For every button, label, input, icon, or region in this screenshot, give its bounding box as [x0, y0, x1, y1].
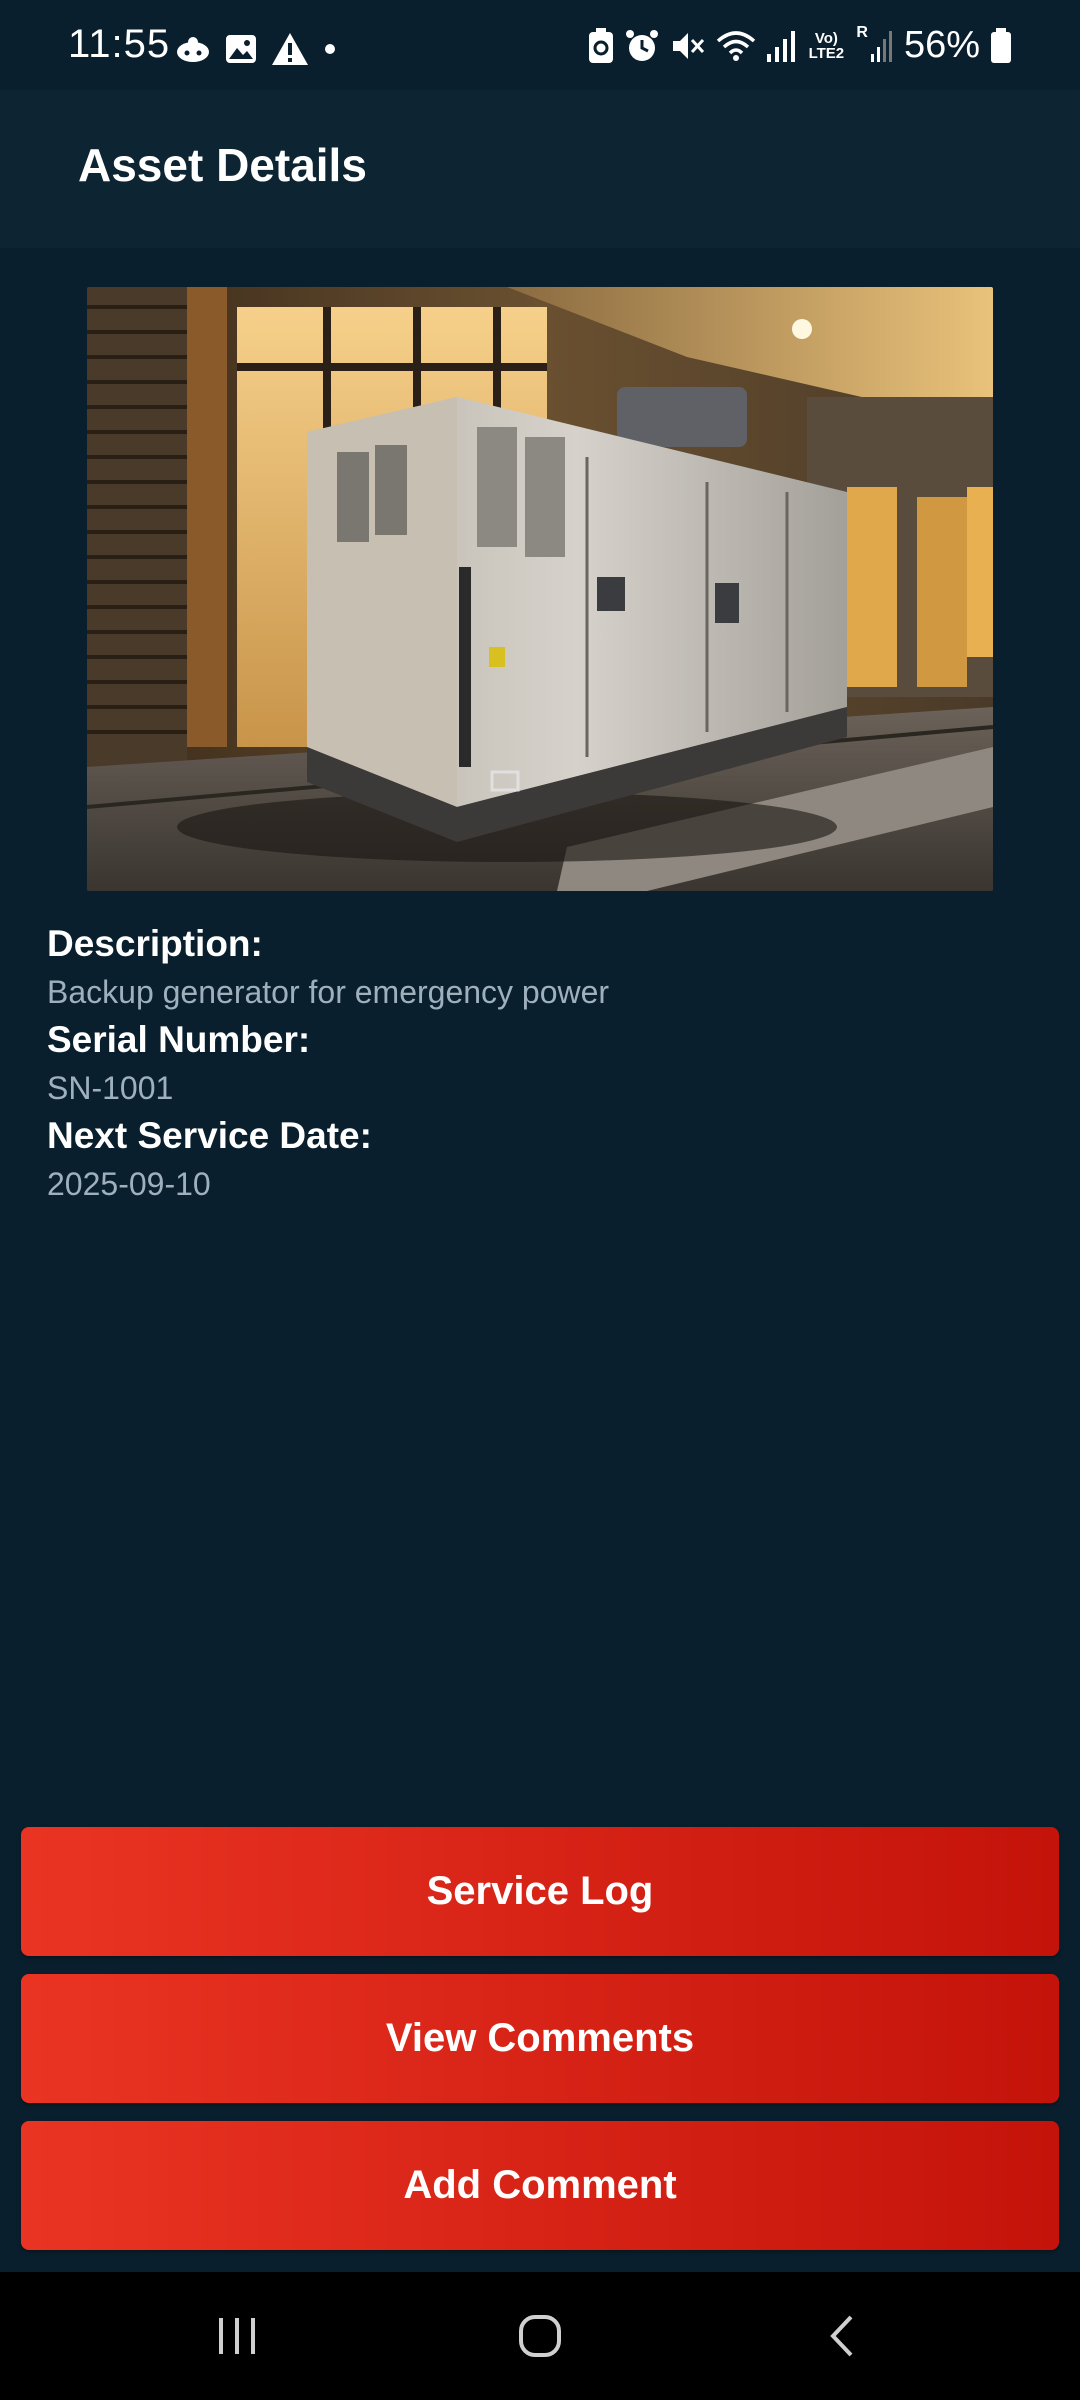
system-nav-bar [0, 2272, 1080, 2400]
home-icon [519, 2315, 561, 2357]
cloud-app-icon [177, 37, 209, 62]
back-button[interactable] [802, 2296, 882, 2376]
description-label: Description: [47, 923, 263, 964]
signal-icon [767, 30, 796, 62]
recent-apps-button[interactable] [197, 2296, 277, 2376]
warning-icon [272, 33, 308, 65]
generator-illustration [87, 287, 993, 891]
add-comment-button[interactable]: Add Comment [21, 2121, 1059, 2250]
status-right-icons: Vo) LTE2 R 56% [588, 24, 1012, 67]
volte-icon: Vo) LTE2 [808, 29, 845, 62]
gallery-icon [226, 35, 256, 63]
asset-details: Description: Backup generator for emerge… [47, 920, 1037, 1208]
status-bar: 11:55 Vo) LTE2 R 56% [0, 0, 1080, 90]
serial-number-label: Serial Number: [47, 1019, 311, 1060]
service-log-button[interactable]: Service Log [21, 1827, 1059, 1956]
status-left-icons [175, 32, 337, 66]
mute-icon [673, 32, 705, 59]
recent-apps-icon [219, 2318, 255, 2354]
battery-percentage: 56% [903, 24, 980, 66]
action-buttons: Service Log View Comments Add Comment [21, 1827, 1059, 2268]
home-button[interactable] [500, 2296, 580, 2376]
alarm-icon [626, 29, 659, 61]
roaming-label: R [856, 24, 868, 41]
app-bar: Asset Details [0, 90, 1080, 248]
next-service-date-value: 2025-09-10 [47, 1166, 211, 1202]
description-value: Backup generator for emergency power [47, 974, 610, 1010]
status-time: 11:55 [68, 22, 171, 66]
wifi-icon [717, 30, 756, 61]
battery-saver-icon [589, 27, 614, 63]
view-comments-button[interactable]: View Comments [21, 1974, 1059, 2103]
serial-number-value: SN-1001 [47, 1070, 174, 1106]
dot-icon [325, 44, 335, 54]
next-service-date-label: Next Service Date: [47, 1115, 372, 1156]
page-title: Asset Details [78, 139, 367, 191]
back-icon [830, 2315, 853, 2357]
asset-image [87, 287, 993, 891]
roaming-signal-icon [870, 30, 892, 62]
battery-icon [991, 27, 1011, 63]
